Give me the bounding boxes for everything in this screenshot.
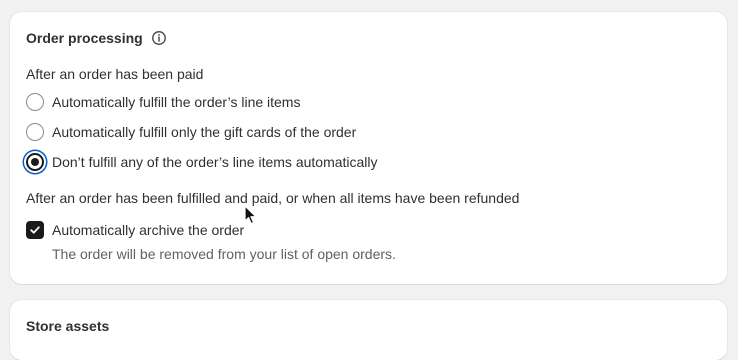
archive-order-checkbox[interactable] [26,221,44,239]
order-processing-card: Order processing After an order has been… [10,12,727,284]
radio-button[interactable] [26,93,44,111]
radio-button[interactable] [26,123,44,141]
store-assets-title: Store assets [26,318,110,334]
info-icon[interactable] [151,30,167,46]
radio-option-label: Automatically fulfill the order’s line i… [52,94,301,110]
radio-option-label: Automatically fulfill only the gift card… [52,124,357,140]
store-assets-card: Store assets [10,300,727,360]
order-processing-header: Order processing [26,30,167,46]
radio-option-dont-fulfill[interactable]: Don’t fulfill any of the order’s line it… [26,152,378,172]
radio-option-fulfill-gift-cards[interactable]: Automatically fulfill only the gift card… [26,122,356,142]
checkbox-label: Automatically archive the order [52,222,245,238]
archive-order-checkbox-row[interactable]: Automatically archive the order [26,220,244,240]
paid-section-label: After an order has been paid [26,66,204,82]
radio-button-selected[interactable] [26,153,44,171]
radio-option-label: Don’t fulfill any of the order’s line it… [52,154,378,170]
archive-section-label: After an order has been fulfilled and pa… [26,190,520,206]
checkmark-icon [30,226,40,234]
order-processing-title: Order processing [26,30,143,46]
archive-help-text: The order will be removed from your list… [52,246,396,262]
radio-option-fulfill-all[interactable]: Automatically fulfill the order’s line i… [26,92,300,112]
store-assets-header: Store assets [26,318,109,334]
